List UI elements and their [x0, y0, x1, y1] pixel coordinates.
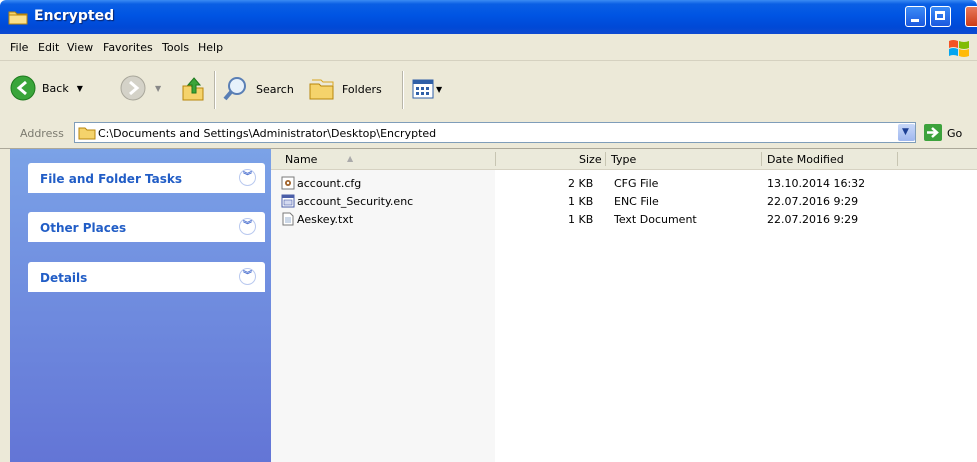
forward-button[interactable]: ▼: [120, 75, 161, 101]
go-button[interactable]: [924, 124, 942, 141]
text-file-icon: [282, 212, 294, 226]
expand-chevron-icon[interactable]: ︾: [239, 268, 256, 285]
expand-chevron-icon[interactable]: ︾: [239, 169, 256, 186]
back-button[interactable]: Back ▼: [10, 75, 83, 101]
title-bar[interactable]: Encrypted: [0, 0, 977, 34]
column-header-date[interactable]: Date Modified: [761, 149, 977, 170]
address-path: C:\Documents and Settings\Administrator\…: [98, 127, 437, 140]
windows-logo-icon: [949, 40, 969, 57]
views-button[interactable]: ▼: [412, 79, 442, 99]
address-label: Address: [20, 127, 64, 140]
table-row[interactable]: Aeskey.txt 1 KB Text Document 22.07.2016…: [271, 212, 977, 228]
menu-bar: File Edit View Favorites Tools Help: [0, 34, 977, 61]
column-header-size[interactable]: Size: [495, 149, 605, 170]
folders-icon: [309, 79, 334, 100]
search-button[interactable]: Search: [222, 75, 294, 103]
expand-chevron-icon[interactable]: ︾: [239, 218, 256, 235]
menu-edit[interactable]: Edit: [38, 41, 59, 54]
chevron-down-icon[interactable]: ▼: [155, 84, 161, 93]
chevron-down-icon: ▼: [902, 127, 909, 137]
back-arrow-icon: [10, 75, 36, 101]
go-arrow-icon: [927, 127, 939, 138]
table-row[interactable]: account.cfg 2 KB CFG File 13.10.2014 16:…: [271, 176, 977, 192]
up-folder-icon[interactable]: [180, 76, 206, 102]
search-label: Search: [256, 82, 294, 96]
file-list: Name ▲ Size Type Date Modified account.c…: [271, 149, 977, 462]
search-icon: [223, 77, 246, 101]
folders-button[interactable]: Folders: [308, 76, 382, 102]
task-section-details[interactable]: Details ︾: [28, 262, 265, 292]
chevron-down-icon[interactable]: ▼: [436, 85, 442, 94]
task-section-label: Other Places: [40, 221, 127, 235]
enc-file-icon: [281, 194, 295, 208]
column-header-type[interactable]: Type: [605, 149, 761, 170]
menu-favorites[interactable]: Favorites: [103, 41, 153, 54]
chevron-down-icon[interactable]: ▼: [77, 84, 83, 93]
config-file-icon: [281, 176, 295, 190]
column-header-name[interactable]: Name ▲: [271, 149, 495, 170]
task-section-other-places[interactable]: Other Places ︾: [28, 212, 265, 242]
folders-label: Folders: [342, 82, 382, 96]
task-pane: File and Folder Tasks ︾ Other Places ︾ D…: [10, 149, 271, 462]
go-label[interactable]: Go: [947, 127, 962, 140]
menu-view[interactable]: View: [67, 41, 93, 54]
forward-arrow-icon: [120, 75, 146, 101]
close-button[interactable]: [965, 6, 977, 27]
table-row[interactable]: account_Security.enc 1 KB ENC File 22.07…: [271, 194, 977, 210]
back-label: Back: [42, 81, 69, 95]
task-section-label: File and Folder Tasks: [40, 172, 183, 186]
toolbar: Back ▼ ▼ Search Folders ▼: [0, 61, 977, 119]
views-grid-icon: [412, 79, 434, 99]
address-bar: Address C:\Documents and Settings\Admini…: [0, 118, 977, 149]
menu-file[interactable]: File: [10, 41, 28, 54]
folder-icon: [8, 11, 28, 25]
task-section-label: Details: [40, 271, 88, 285]
menu-help[interactable]: Help: [198, 41, 223, 54]
menu-tools[interactable]: Tools: [162, 41, 189, 54]
minimize-button[interactable]: [905, 6, 926, 27]
folder-icon: [78, 127, 96, 140]
window-title: Encrypted: [34, 8, 115, 24]
sort-ascending-icon: ▲: [347, 154, 354, 163]
maximize-button[interactable]: [930, 6, 951, 27]
address-dropdown-button[interactable]: ▼: [898, 124, 915, 141]
task-section-file-folder[interactable]: File and Folder Tasks ︾: [28, 163, 265, 193]
